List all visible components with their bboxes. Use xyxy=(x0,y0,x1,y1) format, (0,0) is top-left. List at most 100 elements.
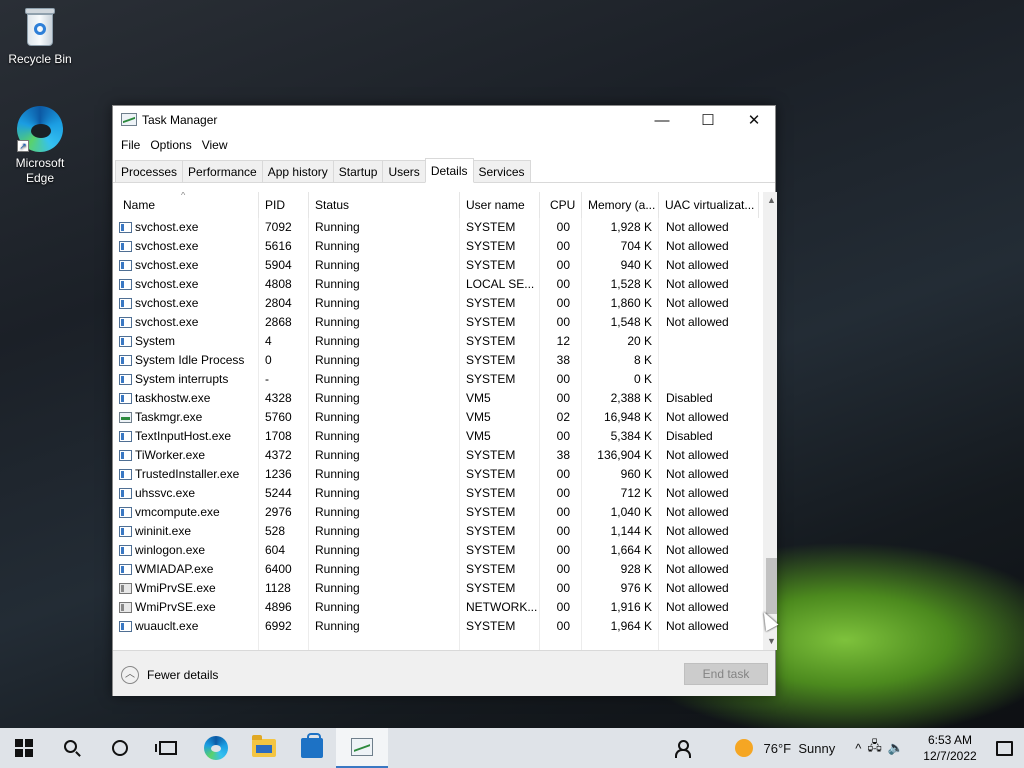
start-button[interactable] xyxy=(0,728,48,768)
cell-memory: 2,388 K xyxy=(610,391,652,405)
gear-process-icon xyxy=(119,602,132,613)
table-row[interactable]: taskhostw.exe 4328 Running VM5 00 2,388 K Disa… xyxy=(117,389,759,408)
notification-center-button[interactable] xyxy=(984,728,1024,768)
volume-icon[interactable]: 🔈 xyxy=(888,740,904,756)
minimize-button[interactable]: — xyxy=(639,106,685,134)
task-view-button[interactable] xyxy=(144,728,192,768)
table-row[interactable]: svchost.exe 2868 Running SYSTEM 00 1,548 K Not… xyxy=(117,313,759,332)
desktop-icon-label: Recycle Bin xyxy=(8,52,72,66)
cell-name: uhssvc.exe xyxy=(135,486,196,500)
task-manager-icon xyxy=(119,412,132,423)
cell-user: SYSTEM xyxy=(466,258,516,272)
cell-memory: 0 K xyxy=(633,372,652,386)
clock[interactable]: 6:53 AM 12/7/2022 xyxy=(916,732,984,764)
desktop-icon-recycle-bin[interactable]: Recycle Bin xyxy=(0,8,80,66)
scroll-down-icon[interactable]: ▼ xyxy=(763,633,777,650)
vertical-scrollbar[interactable]: ▲ ▼ xyxy=(763,192,777,650)
column-header-name[interactable]: Name ^ xyxy=(117,192,259,218)
column-header-pid[interactable]: PID xyxy=(259,192,309,218)
weather-widget[interactable]: 76°F Sunny xyxy=(763,741,835,756)
cell-cpu: 00 xyxy=(556,524,570,538)
cell-memory: 1,144 K xyxy=(610,524,652,538)
cell-name: svchost.exe xyxy=(135,296,199,310)
table-row[interactable]: uhssvc.exe 5244 Running SYSTEM 00 712 K Not al… xyxy=(117,484,759,503)
table-row[interactable]: Taskmgr.exe 5760 Running VM5 02 16,948 K Not a… xyxy=(117,408,759,427)
table-row[interactable]: System 4 Running SYSTEM 12 20 K xyxy=(117,332,759,351)
file-explorer-icon xyxy=(252,735,276,757)
column-header-memory[interactable]: Memory (a... xyxy=(582,192,659,218)
cell-cpu: 12 xyxy=(556,334,570,348)
fewer-details-button[interactable]: ︿ Fewer details xyxy=(121,666,218,684)
tab-performance[interactable]: Performance xyxy=(182,160,263,182)
process-icon xyxy=(119,222,132,233)
menu-file[interactable]: File xyxy=(116,138,145,152)
cell-cpu: 00 xyxy=(556,600,570,614)
scroll-up-icon[interactable]: ▲ xyxy=(763,192,777,209)
close-button[interactable]: ✕ xyxy=(731,106,777,134)
tab-app-history[interactable]: App history xyxy=(261,160,334,182)
process-icon xyxy=(119,374,132,385)
cell-cpu: 00 xyxy=(556,239,570,253)
people-icon[interactable] xyxy=(673,739,692,758)
cell-user: SYSTEM xyxy=(466,353,516,367)
cell-status: Running xyxy=(315,239,360,253)
table-row[interactable]: svchost.exe 7092 Running SYSTEM 00 1,928 K Not… xyxy=(117,218,759,237)
network-icon[interactable]: 🖧 xyxy=(867,737,882,759)
tray-chevron-icon[interactable]: ^ xyxy=(855,741,861,756)
tab-users[interactable]: Users xyxy=(382,160,426,182)
table-row[interactable]: TextInputHost.exe 1708 Running VM5 00 5,384 K… xyxy=(117,427,759,446)
table-row[interactable]: TrustedInstaller.exe 1236 Running SYSTEM 00 9… xyxy=(117,465,759,484)
sunny-weather-icon xyxy=(735,739,754,757)
cell-name: winlogon.exe xyxy=(135,543,206,557)
desktop-icon-edge[interactable]: ↗ Microsoft Edge xyxy=(0,106,80,186)
table-row[interactable]: WMIADAP.exe 6400 Running SYSTEM 00 928 K Not a… xyxy=(117,560,759,579)
table-row[interactable]: winlogon.exe 604 Running SYSTEM 00 1,664 K Not… xyxy=(117,541,759,560)
cell-user: VM5 xyxy=(466,410,491,424)
tab-services[interactable]: Services xyxy=(472,160,531,182)
title-bar[interactable]: Task Manager — ☐ ✕ xyxy=(113,106,775,134)
cell-memory: 1,860 K xyxy=(610,296,652,310)
table-row[interactable]: svchost.exe 5904 Running SYSTEM 00 940 K Not a… xyxy=(117,256,759,275)
scroll-thumb[interactable] xyxy=(766,558,777,614)
cortana-button[interactable] xyxy=(96,728,144,768)
cell-pid: 6400 xyxy=(265,562,292,576)
table-row[interactable]: WmiPrvSE.exe 1128 Running SYSTEM 00 976 K Not … xyxy=(117,579,759,598)
taskbar-file-explorer[interactable] xyxy=(240,728,288,768)
cell-memory: 1,928 K xyxy=(610,220,652,234)
tab-details[interactable]: Details xyxy=(424,158,474,183)
cell-user: SYSTEM xyxy=(466,619,516,633)
cell-status: Running xyxy=(315,505,360,519)
cell-status: Running xyxy=(315,448,360,462)
table-row[interactable]: vmcompute.exe 2976 Running SYSTEM 00 1,040 K N… xyxy=(117,503,759,522)
process-icon xyxy=(119,564,132,575)
column-header-uac[interactable]: UAC virtualizat... xyxy=(659,192,759,218)
table-row[interactable]: System Idle Process 0 Running SYSTEM 38 8 K xyxy=(117,351,759,370)
table-row[interactable]: wininit.exe 528 Running SYSTEM 00 1,144 K Not … xyxy=(117,522,759,541)
menu-options[interactable]: Options xyxy=(145,138,196,152)
menu-view[interactable]: View xyxy=(197,138,233,152)
table-row[interactable]: svchost.exe 4808 Running LOCAL SE... 00 1,528… xyxy=(117,275,759,294)
table-row[interactable]: wuauclt.exe 6992 Running SYSTEM 00 1,964 K Not… xyxy=(117,617,759,636)
cell-name: svchost.exe xyxy=(135,239,199,253)
cell-name: TrustedInstaller.exe xyxy=(135,467,240,481)
maximize-button[interactable]: ☐ xyxy=(685,106,731,134)
column-header-user-name[interactable]: User name xyxy=(460,192,540,218)
table-row[interactable]: svchost.exe 2804 Running SYSTEM 00 1,860 K Not… xyxy=(117,294,759,313)
column-header-cpu[interactable]: CPU xyxy=(540,192,582,218)
cell-status: Running xyxy=(315,277,360,291)
tab-startup[interactable]: Startup xyxy=(332,160,384,182)
search-button[interactable] xyxy=(48,728,96,768)
column-header-status[interactable]: Status xyxy=(309,192,460,218)
cell-uac: Not allowed xyxy=(666,600,729,614)
end-task-button[interactable]: End task xyxy=(684,663,768,685)
taskbar-edge[interactable] xyxy=(192,728,240,768)
table-row[interactable]: System interrupts - Running SYSTEM 00 0 K xyxy=(117,370,759,389)
taskbar-store[interactable] xyxy=(288,728,336,768)
table-row[interactable]: svchost.exe 5616 Running SYSTEM 00 704 K Not a… xyxy=(117,237,759,256)
process-icon xyxy=(119,507,132,518)
tab-processes[interactable]: Processes xyxy=(115,160,184,182)
table-row[interactable]: WmiPrvSE.exe 4896 Running NETWORK... 00 1,916… xyxy=(117,598,759,617)
taskbar-task-manager[interactable] xyxy=(336,728,388,768)
table-row[interactable]: TiWorker.exe 4372 Running SYSTEM 38 136,904 K… xyxy=(117,446,759,465)
cell-name: wininit.exe xyxy=(135,524,192,538)
